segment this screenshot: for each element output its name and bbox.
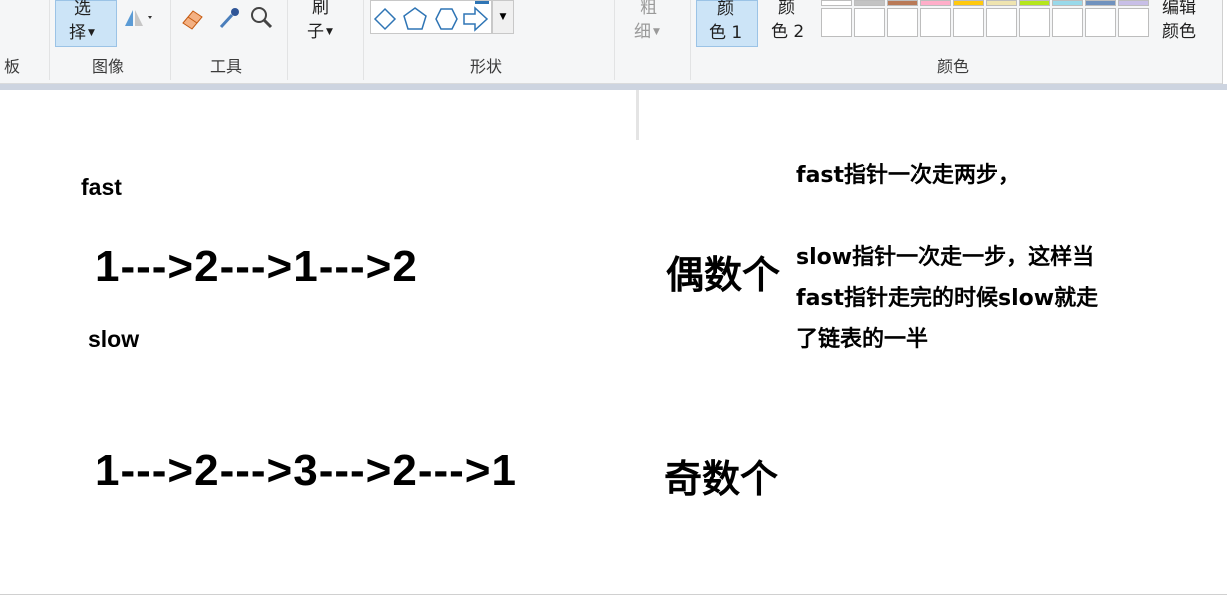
edit-colors-label-bottom: 颜色 — [1162, 22, 1196, 42]
chevron-down-icon: ▼ — [88, 28, 95, 38]
eyedropper-icon — [219, 8, 239, 29]
group-label-clipboard: 板 — [3, 57, 20, 76]
color1-button[interactable]: 颜 色 1 — [696, 0, 758, 47]
color-swatch[interactable] — [887, 0, 918, 6]
brushes-button[interactable]: 刷 子 ▼ — [300, 0, 346, 47]
brushes-label-bottom: 子 ▼ — [307, 22, 333, 42]
group-label-colors: 颜色 — [936, 57, 969, 76]
color-picker-button[interactable] — [216, 5, 242, 31]
ribbon-separator — [170, 0, 171, 80]
slow-label: slow — [88, 326, 140, 352]
ribbon: 板 选 择 ▼ 图像 工具 刷 子 ▼ ▼ 形状 粗 细 ▼ 颜 色 1 颜 色… — [0, 0, 1227, 84]
size-button[interactable]: 粗 细 ▼ — [626, 0, 672, 47]
color-swatch[interactable] — [854, 0, 885, 6]
ribbon-scroll-edge — [1222, 0, 1227, 84]
rotate-flip-button[interactable] — [122, 6, 156, 32]
group-label-image: 图像 — [91, 57, 124, 76]
eraser-icon — [182, 10, 203, 30]
custom-color-swatch[interactable] — [1052, 8, 1083, 37]
color1-label-bottom: 色 1 — [709, 23, 743, 43]
custom-color-swatch[interactable] — [1085, 8, 1116, 37]
group-label-tools: 工具 — [209, 57, 242, 76]
custom-color-swatch[interactable] — [953, 8, 984, 37]
size-label-top: 粗 — [640, 0, 657, 18]
custom-color-swatch[interactable] — [1118, 8, 1149, 37]
color-swatch[interactable] — [821, 0, 852, 6]
diamond-shape-icon — [373, 7, 397, 31]
pentagon-shape-icon — [403, 7, 427, 30]
note-line-4: 了链表的一半 — [796, 327, 929, 352]
even-heading: 偶数个 — [666, 253, 781, 297]
color-swatch[interactable] — [1118, 0, 1149, 6]
custom-color-swatch[interactable] — [887, 8, 918, 37]
magnifier-icon — [251, 7, 273, 29]
odd-heading: 奇数个 — [664, 457, 779, 501]
select-label-bottom: 择 ▼ — [69, 23, 95, 43]
edit-colors-button[interactable]: 编辑 颜色 — [1156, 0, 1208, 47]
color-swatch[interactable] — [1019, 0, 1050, 6]
ribbon-separator — [49, 0, 50, 80]
ribbon-separator — [690, 0, 691, 80]
even-sequence: 1--->2--->1--->2 — [95, 242, 418, 291]
canvas-divider-line — [636, 90, 639, 140]
color-swatch[interactable] — [920, 0, 951, 6]
edit-colors-label-top: 编辑 — [1162, 0, 1196, 18]
custom-color-swatch[interactable] — [1019, 8, 1050, 37]
brushes-label-top: 刷 — [312, 0, 329, 18]
fast-label: fast — [81, 174, 122, 200]
note-line-2: slow指针一次走一步，这样当 — [796, 245, 1095, 270]
select-button[interactable]: 选 择 ▼ — [55, 0, 117, 47]
color2-label-bottom: 色 2 — [771, 22, 805, 42]
color-swatch[interactable] — [1052, 0, 1083, 6]
color2-button[interactable]: 颜 色 2 — [762, 0, 816, 47]
rotate-icon — [125, 10, 152, 26]
ribbon-separator — [287, 0, 288, 80]
custom-color-swatch[interactable] — [854, 8, 885, 37]
custom-color-swatch[interactable] — [821, 8, 852, 37]
group-label-shapes: 形状 — [469, 57, 502, 76]
magnifier-button[interactable] — [248, 5, 274, 31]
custom-color-swatch[interactable] — [986, 8, 1017, 37]
note-line-3: fast指针走完的时候slow就走 — [796, 286, 1099, 311]
color2-label-top: 颜 — [778, 0, 795, 18]
odd-sequence: 1--->2--->3--->2--->1 — [95, 446, 517, 495]
color1-label-top: 颜 — [717, 0, 734, 19]
color-swatch[interactable] — [986, 0, 1017, 6]
chevron-down-icon: ▼ — [653, 27, 660, 37]
shapes-more-button[interactable]: ▼ — [492, 0, 514, 34]
ribbon-separator — [363, 0, 364, 80]
chevron-down-icon: ▼ — [499, 12, 507, 22]
note-line-1: fast指针一次走两步， — [796, 163, 1021, 188]
shapes-gallery-icons — [373, 1, 489, 32]
color-swatch[interactable] — [1085, 0, 1116, 6]
chevron-down-icon: ▼ — [326, 27, 333, 37]
drawing-canvas[interactable] — [0, 90, 1227, 597]
eraser-button[interactable] — [180, 5, 206, 31]
canvas-bottom-edge — [0, 594, 1227, 595]
ribbon-separator — [614, 0, 615, 80]
select-label-top: 选 — [74, 0, 91, 19]
color-swatch[interactable] — [953, 0, 984, 6]
size-label-bottom: 细 ▼ — [634, 22, 660, 42]
shapes-gallery — [370, 0, 492, 34]
hexagon-shape-icon — [435, 8, 458, 30]
arrow-shape-icon — [463, 6, 489, 32]
custom-color-swatch[interactable] — [920, 8, 951, 37]
